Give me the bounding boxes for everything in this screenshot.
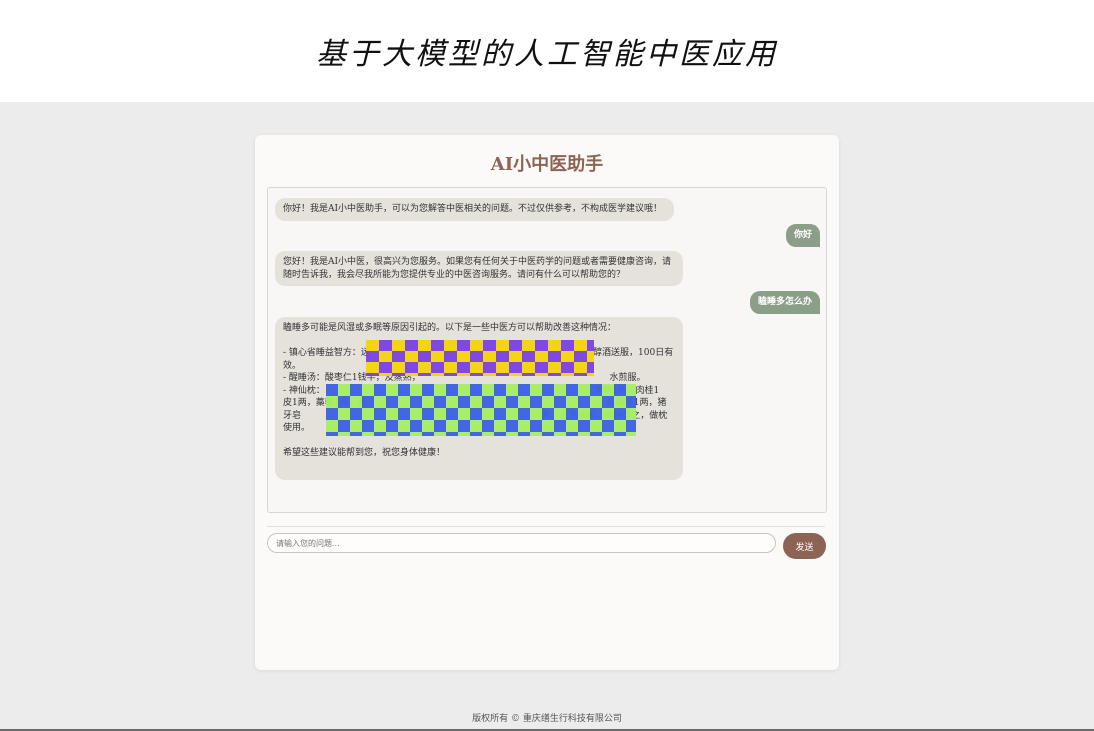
message-text: 瞌睡多怎么办 (757, 297, 812, 307)
user-message: 你好 (785, 224, 820, 247)
message-text: 你好！我是AI小中医助手，可以为您解答中医相关的问题。不过仅供参考，不构成医学建… (283, 204, 663, 214)
assistant-title: AI小中医助手 (490, 154, 604, 175)
user-message: 瞌睡多怎么办 (749, 291, 820, 314)
bot-message: 您好！我是AI小中医，很高兴为您服务。如果您有任何关于中医药学的问题或者需要健康… (275, 251, 683, 286)
bot-message: 你好！我是AI小中医助手，可以为您解答中医相关的问题。不过仅供参考，不构成医学建… (275, 198, 674, 221)
site-title: 基于大模型的人工智能中医应用 (316, 37, 778, 72)
send-button[interactable]: 发送 (783, 533, 826, 559)
divider (267, 526, 825, 527)
header-banner: 基于大模型的人工智能中医应用 (0, 0, 1094, 102)
question-input[interactable] (267, 533, 776, 553)
redaction-block (366, 340, 594, 376)
chat-card: AI小中医助手 你好！我是AI小中医助手，可以为您解答中医相关的问题。不过仅供参… (255, 135, 839, 670)
message-text: 您好！我是AI小中医，很高兴为您服务。如果您有任何关于中医药学的问题或者需要健康… (283, 257, 672, 280)
message-text: 你好 (793, 230, 812, 240)
redaction-block (326, 384, 636, 436)
footer-copyright: 版权所有 © 重庆缮生行科技有限公司 (472, 714, 622, 724)
chat-history[interactable]: 你好！我是AI小中医助手，可以为您解答中医相关的问题。不过仅供参考，不构成医学建… (267, 187, 827, 513)
